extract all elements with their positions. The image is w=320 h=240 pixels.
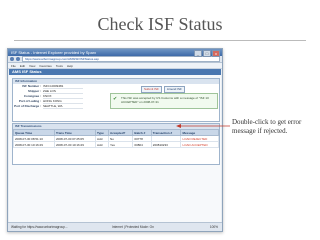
annotation-text: Double-click to get error message if rej… bbox=[232, 118, 302, 135]
arrow-head bbox=[176, 124, 181, 128]
